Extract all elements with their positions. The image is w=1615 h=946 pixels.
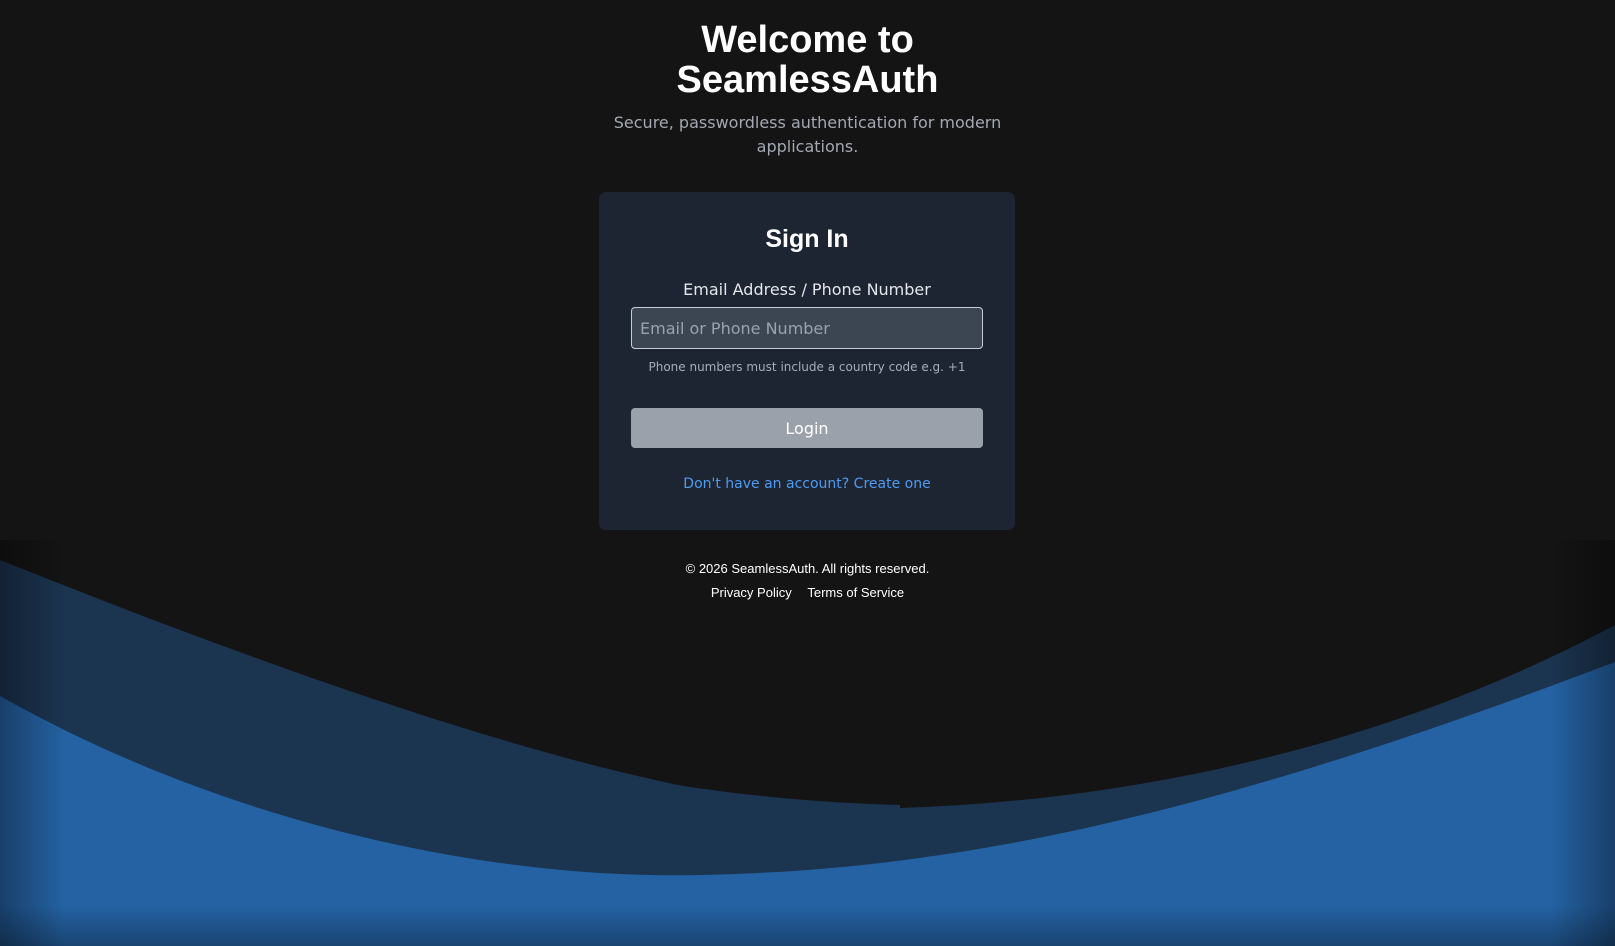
login-page: Welcome to SeamlessAuth Secure, password…: [0, 0, 1615, 946]
signin-title: Sign In: [765, 225, 849, 253]
create-account-link[interactable]: Don't have an account? Create one: [683, 474, 930, 494]
page-footer: © 2026 SeamlessAuth. All rights reserved…: [0, 560, 1615, 602]
page-subtitle: Secure, passwordless authentication for …: [613, 113, 1002, 156]
signin-card: Sign In Email Address / Phone Number Pho…: [599, 192, 1015, 530]
terms-of-service-link[interactable]: Terms of Service: [807, 585, 904, 600]
identity-field-label: Email Address / Phone Number: [683, 280, 931, 299]
footer-links: Privacy Policy Terms of Service: [0, 584, 1615, 602]
copyright-text: © 2026 SeamlessAuth. All rights reserved…: [685, 561, 930, 576]
page-title: Welcome to SeamlessAuth: [676, 19, 939, 101]
hero-header: Welcome to SeamlessAuth Secure, password…: [0, 20, 1615, 159]
login-button[interactable]: Login: [631, 408, 983, 448]
identity-input[interactable]: [631, 307, 983, 349]
privacy-policy-link[interactable]: Privacy Policy: [711, 585, 792, 600]
country-code-hint: Phone numbers must include a country cod…: [648, 360, 966, 374]
